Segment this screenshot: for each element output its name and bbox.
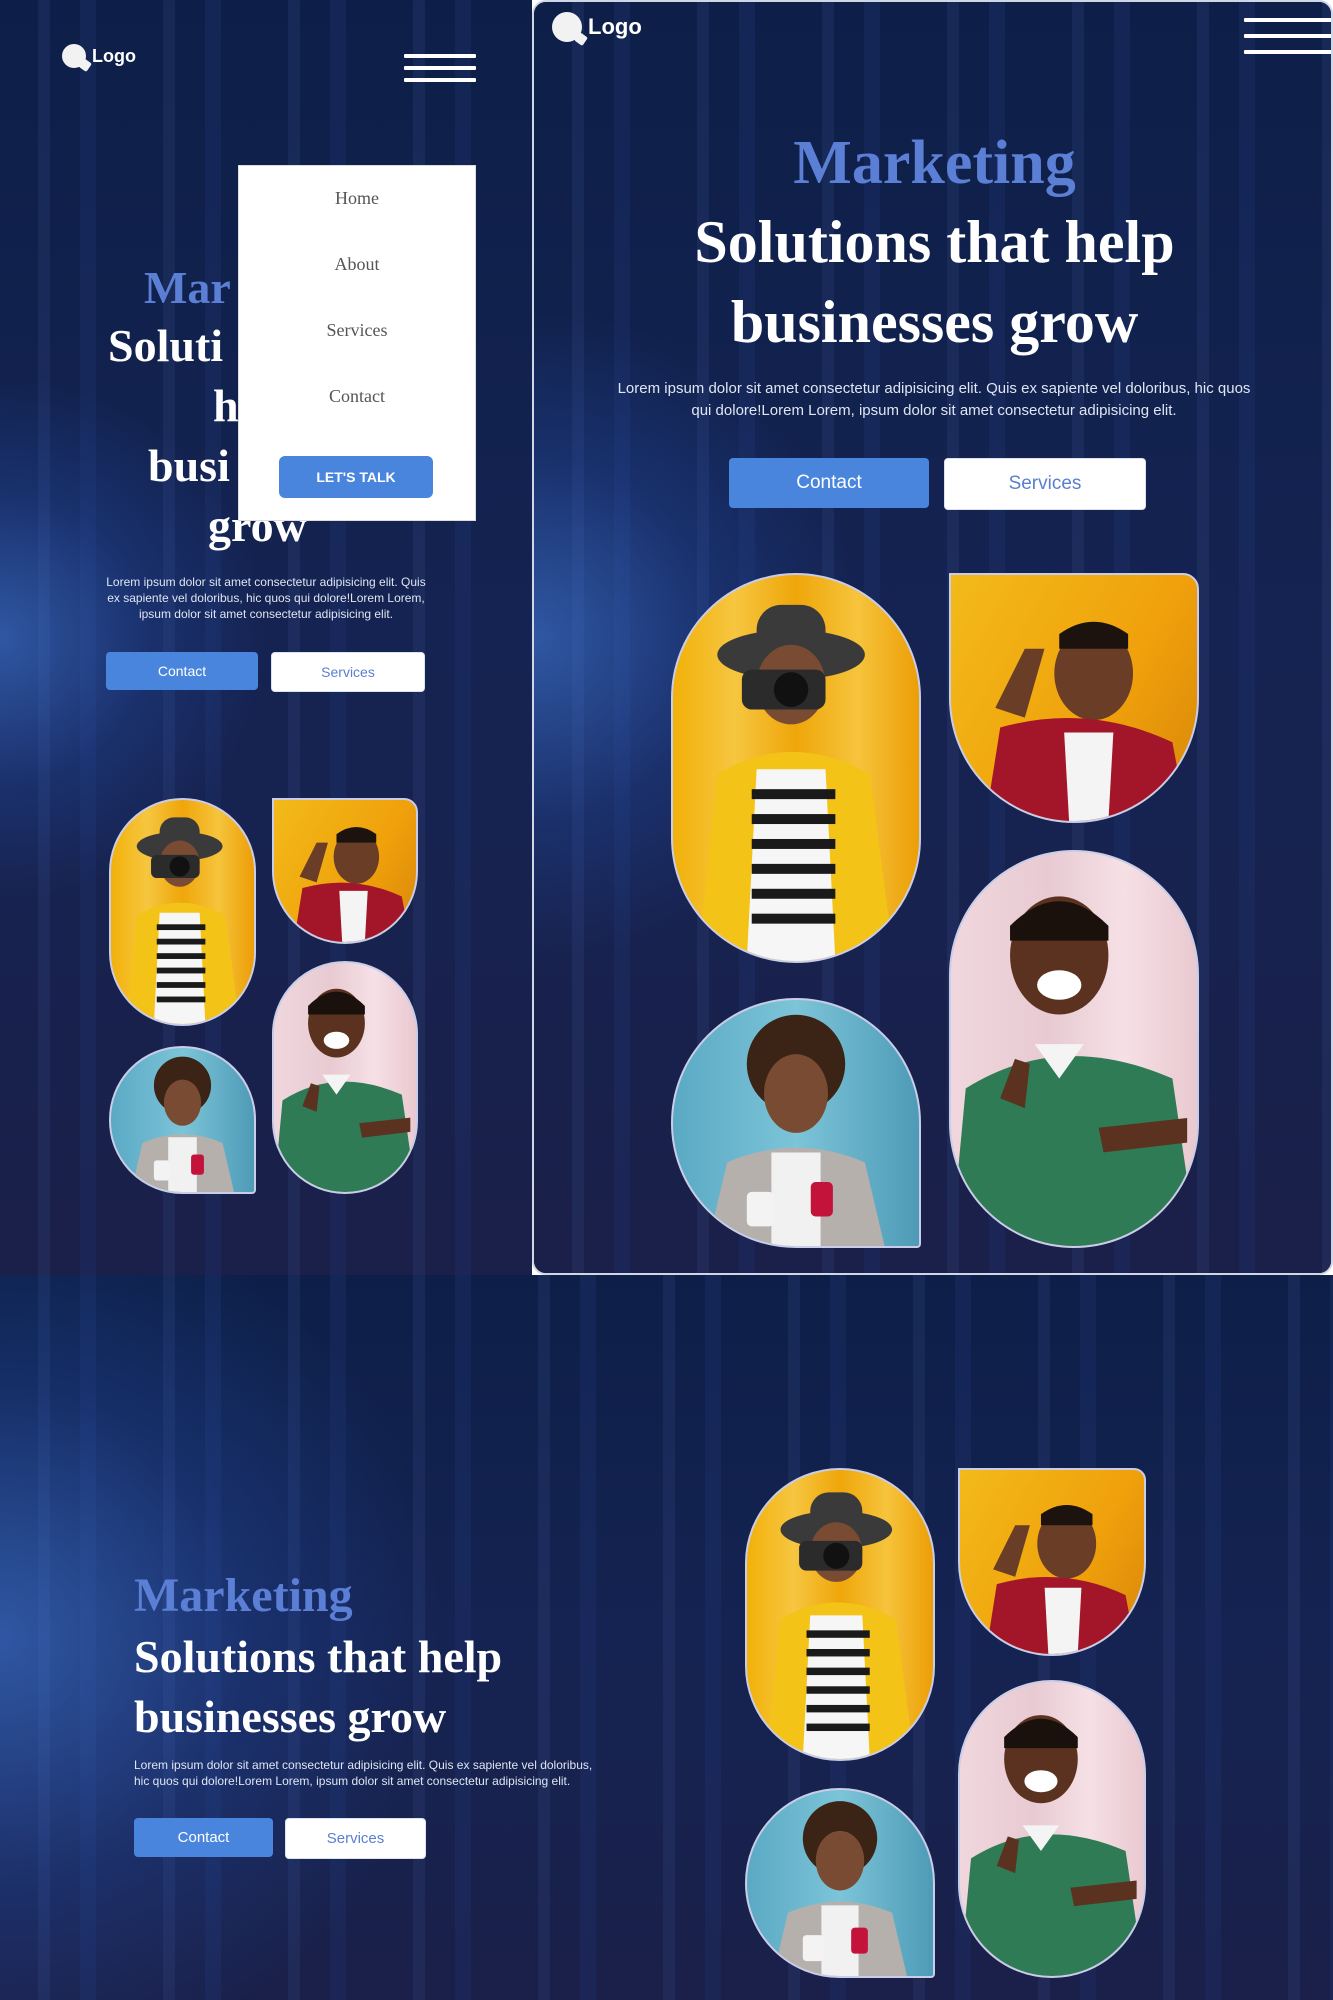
photo-boy-red-jacket bbox=[958, 1468, 1146, 1656]
photo-woman-camera bbox=[671, 573, 921, 963]
contact-button[interactable]: Contact bbox=[106, 652, 258, 690]
photo-woman-phone bbox=[745, 1788, 935, 1978]
logo-icon bbox=[552, 12, 582, 42]
photo-woman-phone bbox=[671, 998, 921, 1248]
photo-woman-camera bbox=[109, 798, 256, 1026]
lets-talk-button[interactable]: LET'S TALK bbox=[279, 456, 433, 498]
menu-item-about[interactable]: About bbox=[239, 254, 475, 275]
hamburger-menu-icon[interactable] bbox=[1244, 18, 1331, 54]
person-man-pointing-illustration bbox=[960, 1715, 1144, 1976]
contact-button[interactable]: Contact bbox=[729, 458, 929, 508]
photo-man-pointing bbox=[958, 1680, 1146, 1978]
hero-kicker: Marketing bbox=[793, 129, 1076, 197]
hero-description: Lorem ipsum dolor sit amet consectetur a… bbox=[617, 380, 1251, 419]
person-woman-camera-illustration bbox=[125, 817, 240, 1024]
logo[interactable]: Logo bbox=[62, 44, 136, 68]
person-woman-phone-illustration bbox=[131, 1056, 234, 1192]
photo-man-pointing bbox=[949, 850, 1199, 1248]
dropdown-nav-menu: Home About Services Contact LET'S TALK bbox=[238, 165, 476, 521]
services-button[interactable]: Services bbox=[944, 458, 1146, 510]
hero-description: Lorem ipsum dolor sit amet consectetur a… bbox=[106, 575, 426, 621]
photo-boy-red-jacket bbox=[949, 573, 1199, 823]
hero-kicker: Marketing bbox=[134, 1569, 353, 1622]
hero-description: Lorem ipsum dolor sit amet consectetur a… bbox=[134, 1758, 593, 1788]
hamburger-menu-icon[interactable] bbox=[404, 54, 476, 82]
person-woman-camera-illustration bbox=[765, 1492, 915, 1759]
person-man-pointing-illustration bbox=[274, 988, 416, 1192]
hero-line-2: businesses grow bbox=[134, 1691, 447, 1742]
person-man-pointing-illustration bbox=[951, 896, 1197, 1246]
logo-text: Logo bbox=[588, 14, 642, 39]
hero-heading: Marketing Solutions that help businesses… bbox=[134, 1565, 654, 1747]
hero-kicker: Mar bbox=[144, 262, 231, 313]
menu-item-home[interactable]: Home bbox=[239, 188, 475, 209]
person-boy-red-jacket-illustration bbox=[293, 826, 411, 942]
services-button[interactable]: Services bbox=[285, 1818, 426, 1859]
logo[interactable]: Logo bbox=[552, 12, 642, 42]
photo-man-pointing bbox=[272, 961, 418, 1194]
person-boy-red-jacket-illustration bbox=[985, 621, 1188, 821]
hero-line-2: businesses grow bbox=[730, 289, 1139, 355]
photo-boy-red-jacket bbox=[272, 798, 418, 944]
mobile-view-panel: Logo Mar Soluti h busi grow Lorem ipsum … bbox=[0, 0, 532, 1275]
person-woman-phone-illustration bbox=[707, 1014, 885, 1246]
hero-heading: Marketing Solutions that help businesses… bbox=[534, 124, 1331, 362]
photo-woman-phone bbox=[109, 1046, 256, 1194]
logo-icon bbox=[62, 44, 86, 68]
hero-line-1: Solutions that help bbox=[694, 209, 1175, 275]
contact-button[interactable]: Contact bbox=[134, 1818, 273, 1857]
logo-text: Logo bbox=[92, 45, 136, 66]
person-woman-camera-illustration bbox=[697, 604, 895, 961]
tablet-view-panel: Logo Marketing Solutions that help busin… bbox=[532, 0, 1333, 1275]
menu-item-services[interactable]: Services bbox=[239, 320, 475, 341]
photo-woman-camera bbox=[745, 1468, 935, 1761]
services-button[interactable]: Services bbox=[271, 652, 425, 692]
hero-line-1: Soluti bbox=[108, 320, 224, 371]
desktop-view-panel: Marketing Solutions that help businesses… bbox=[0, 1275, 1333, 2000]
person-boy-red-jacket-illustration bbox=[985, 1504, 1137, 1654]
hero-line-2: h bbox=[213, 380, 239, 431]
menu-item-contact[interactable]: Contact bbox=[239, 386, 475, 407]
hero-line-1: Solutions that help bbox=[134, 1631, 503, 1682]
hero-line-3: busi bbox=[148, 440, 230, 491]
person-woman-phone-illustration bbox=[773, 1801, 907, 1976]
